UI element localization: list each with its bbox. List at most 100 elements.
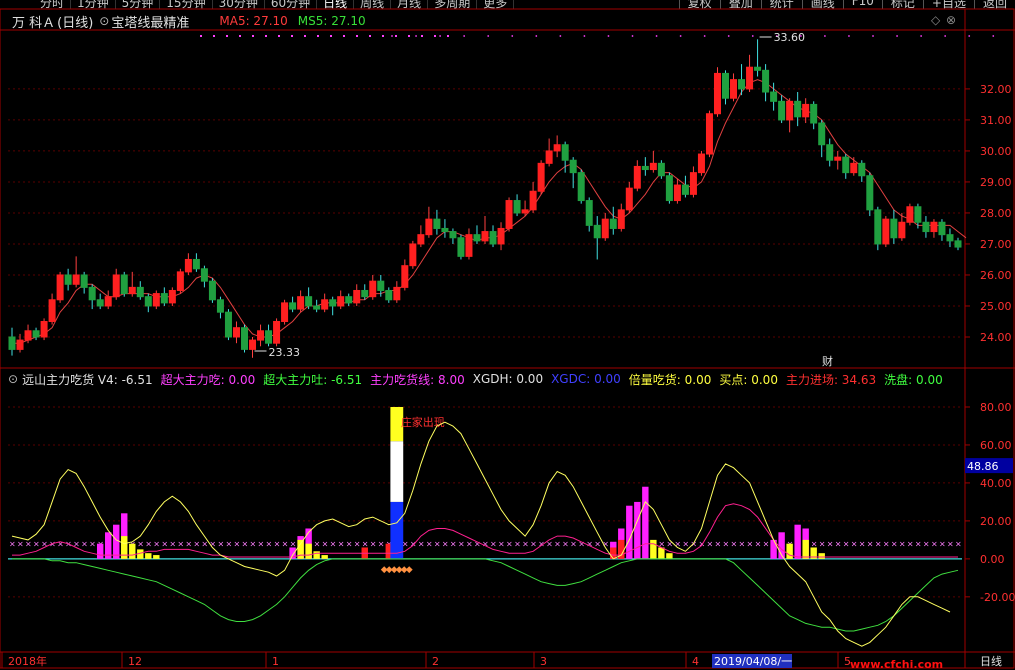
pink-x-19: × <box>161 540 168 549</box>
candle-body-108 <box>874 209 882 245</box>
dot-marker-30 <box>631 35 634 37</box>
candle-body-40 <box>329 299 337 307</box>
pink-x-90: × <box>731 540 738 549</box>
pink-x-52: × <box>426 540 433 549</box>
top-dot-12 <box>356 35 358 37</box>
candle-body-56 <box>457 237 465 257</box>
main-ytick-3: 29.00 <box>980 176 1012 189</box>
pink-x-23: × <box>193 540 200 549</box>
dot-marker-75 <box>992 35 995 37</box>
dot-marker-24 <box>583 35 586 37</box>
pink-x-114: × <box>923 540 930 549</box>
pink-x-33: × <box>274 540 281 549</box>
yellow-bar-4 <box>153 555 160 559</box>
main-ytick-6: 26.00 <box>980 269 1012 282</box>
yellow-bar-7 <box>313 551 320 559</box>
pink-x-105: × <box>851 540 858 549</box>
sub-ytick-0: 80.00 <box>980 401 1012 414</box>
dot-marker-27 <box>607 35 610 37</box>
pink-x-53: × <box>434 540 441 549</box>
green-line <box>12 558 959 632</box>
candle-body-4 <box>40 320 48 338</box>
top-dot-14 <box>382 35 384 37</box>
candle-body-22 <box>184 258 192 273</box>
candle-body-99 <box>802 103 810 118</box>
pink-x-51: × <box>418 540 425 549</box>
candle-body-100 <box>810 103 818 124</box>
pink-x-42: × <box>346 540 353 549</box>
magenta-bar-11 <box>642 486 649 559</box>
x-label-1: 12 <box>128 655 142 668</box>
pink-x-2: × <box>25 540 32 549</box>
candle-body-92 <box>746 66 754 90</box>
dot-marker-36 <box>679 35 682 37</box>
diamond-a-5: ◆ <box>406 565 413 575</box>
x-label-3: 2 <box>432 655 439 668</box>
candle-body-49 <box>401 265 409 288</box>
candle-body-1 <box>16 339 24 350</box>
candle-body-61 <box>497 227 505 245</box>
candle-body-64 <box>521 209 529 214</box>
pink-x-89: × <box>723 540 730 549</box>
yellow-bar-11 <box>666 553 673 559</box>
candle-body-84 <box>681 184 689 195</box>
pink-x-84: × <box>682 540 689 549</box>
candle-body-25 <box>208 280 216 301</box>
candle-body-28 <box>232 327 240 338</box>
pink-x-43: × <box>354 540 361 549</box>
pink-x-27: × <box>225 540 232 549</box>
candle-body-38 <box>313 305 321 310</box>
main-ytick-1: 31.00 <box>980 114 1012 127</box>
top-dot-3 <box>239 35 241 37</box>
top-dot-9 <box>317 35 319 37</box>
x-label-5: 4 <box>692 655 699 668</box>
candle-body-37 <box>305 296 313 307</box>
pink-x-31: × <box>258 540 265 549</box>
candle-body-111 <box>898 221 906 239</box>
dot-marker-9 <box>463 35 466 37</box>
pink-x-57: × <box>466 540 473 549</box>
main-ytick-4: 28.00 <box>980 207 1012 220</box>
pink-x-35: × <box>290 540 297 549</box>
period-corner-label: 日线 <box>980 654 1002 668</box>
sub-ytick-2: 40.00 <box>980 477 1012 490</box>
magenta-bar-0 <box>96 543 104 559</box>
yellow-bar-9 <box>650 539 657 559</box>
candle-body-53 <box>433 218 441 229</box>
candle-body-20 <box>168 289 176 304</box>
dot-marker-63 <box>896 35 898 37</box>
candle-body-3 <box>32 330 40 338</box>
x-label-2: 1 <box>272 655 279 668</box>
candle-body-58 <box>473 234 481 242</box>
top-dot-15 <box>395 35 397 37</box>
sub-ytick-3: 20.00 <box>980 515 1012 528</box>
pink-x-64: × <box>522 540 529 549</box>
kline-chart[interactable]: 32.0031.0030.0029.0028.0027.0026.0025.00… <box>0 0 1015 670</box>
candle-body-97 <box>786 100 794 121</box>
candle-body-16 <box>136 286 144 298</box>
pink-x-115: × <box>931 540 938 549</box>
candle-body-29 <box>240 327 249 350</box>
candle-body-39 <box>321 299 329 310</box>
candle-body-72 <box>585 200 593 226</box>
candle-body-69 <box>561 144 569 161</box>
pink-x-103: × <box>835 540 842 549</box>
candle-body-71 <box>577 172 585 202</box>
candle-body-43 <box>353 289 361 304</box>
pink-x-16: × <box>137 540 144 549</box>
candle-body-54 <box>441 227 449 233</box>
pink-x-26: × <box>217 540 224 549</box>
dot-marker-69 <box>944 35 947 37</box>
pink-x-17: × <box>145 540 152 549</box>
pink-x-60: × <box>490 540 497 549</box>
candle-body-2 <box>24 330 32 341</box>
candle-body-101 <box>818 122 826 146</box>
candle-body-103 <box>834 156 842 161</box>
candle-body-91 <box>738 79 746 90</box>
dot-marker-33 <box>655 35 658 37</box>
yellow-bar-10 <box>658 547 665 559</box>
pink-x-40: × <box>330 540 337 549</box>
candle-body-67 <box>545 150 553 164</box>
dot-marker-12 <box>487 35 490 37</box>
top-dot-0 <box>200 35 202 37</box>
